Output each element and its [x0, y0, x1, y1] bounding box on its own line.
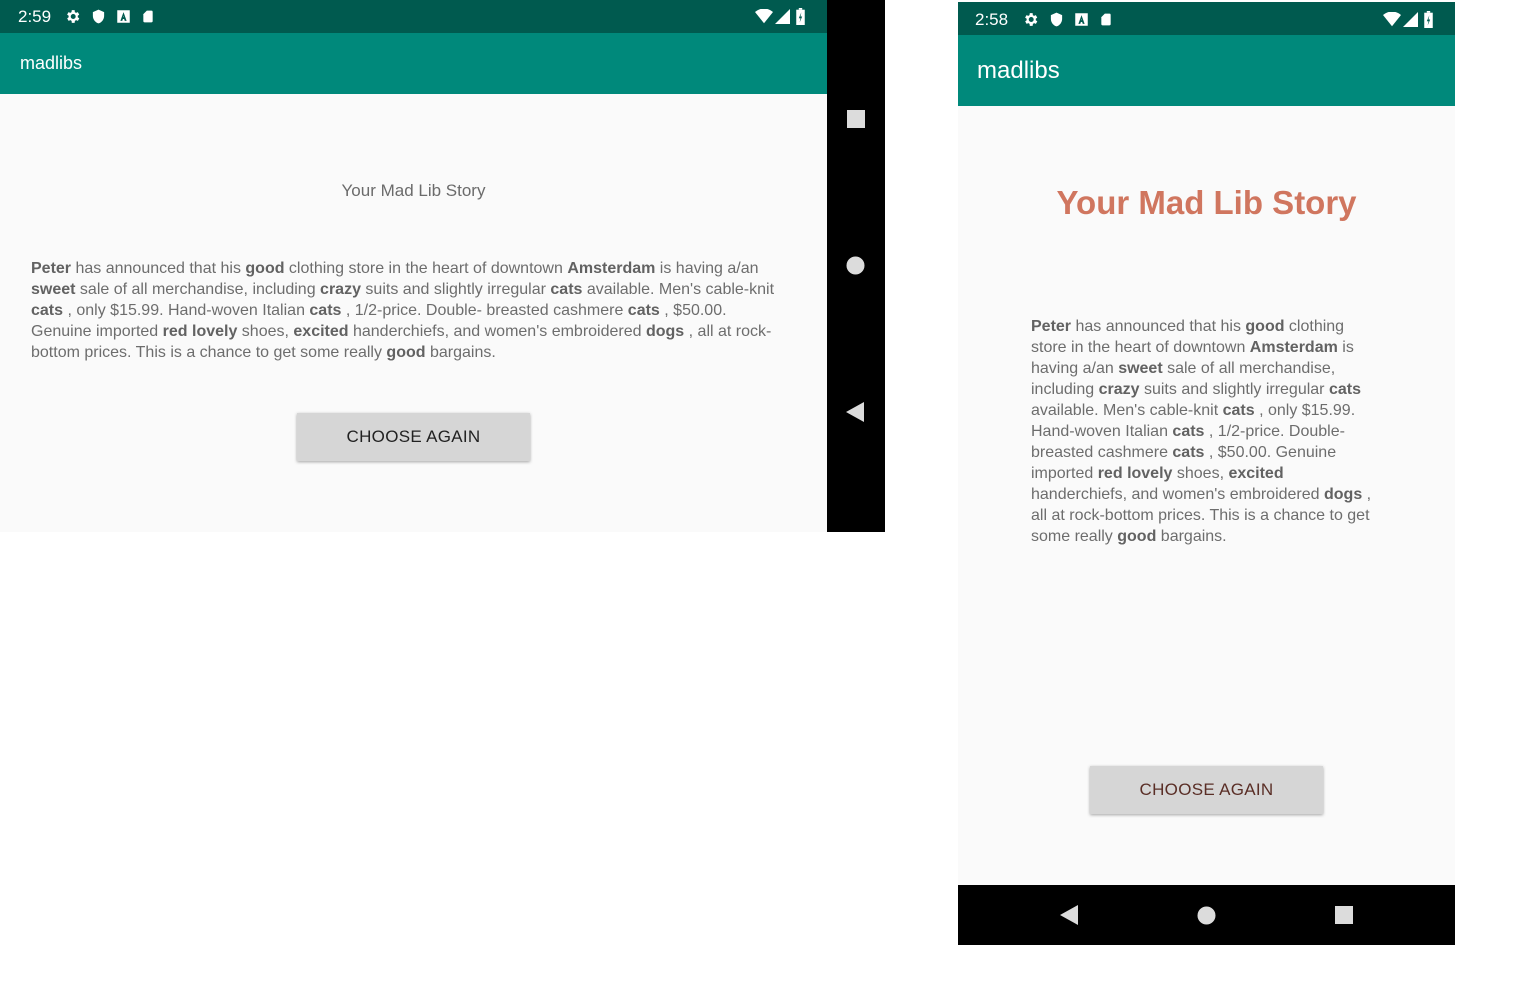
story-fragment: is having a/an: [655, 260, 759, 277]
word-adj: good: [1117, 528, 1157, 545]
portrait-device: 2:58 madlibs Your Mad Lib Story Peter ha…: [958, 2, 1455, 945]
word-adj: sweet: [1118, 360, 1163, 377]
word-noun: cats: [1328, 381, 1361, 398]
sd-card-icon: [141, 8, 155, 25]
word-adj: excited: [1228, 465, 1284, 482]
landscape-device: 2:59 madlibs Your Mad Lib Story Peter ha…: [0, 0, 885, 532]
status-icons-left: [1022, 11, 1123, 28]
story-fragment: has announced that his: [71, 260, 246, 277]
settings-icon: [1022, 11, 1039, 28]
choose-again-button[interactable]: CHOOSE AGAIN: [297, 413, 530, 461]
word-noun: cats: [550, 281, 583, 298]
word-noun: cats: [309, 302, 342, 319]
app-title: madlibs: [20, 53, 83, 73]
settings-icon: [64, 8, 81, 25]
story-title: Your Mad Lib Story: [341, 181, 486, 200]
font-a-icon: [1074, 12, 1089, 27]
choose-again-button[interactable]: CHOOSE AGAIN: [1090, 766, 1323, 814]
status-icons-left: [64, 8, 165, 25]
recents-icon[interactable]: [847, 110, 865, 133]
word-adj: sweet: [31, 281, 76, 298]
shield-icon: [1049, 11, 1064, 28]
status-icons-right: [1383, 11, 1443, 28]
word-noun: cats: [1222, 402, 1255, 419]
recents-icon[interactable]: [1335, 906, 1353, 929]
story-fragment: , 1/2-price. Double- breasted cashmere: [341, 302, 628, 319]
story-text: Peter has announced that his good clothi…: [1031, 316, 1376, 547]
word-color: red: [162, 323, 188, 340]
battery-icon: [1424, 11, 1433, 28]
back-icon[interactable]: [846, 402, 864, 427]
story-fragment: clothing store in the heart of downtown: [284, 260, 568, 277]
sd-card-icon: [1099, 11, 1113, 28]
word-noun: cats: [1172, 444, 1205, 461]
status-bar: 2:59: [0, 0, 827, 33]
word-noun: cats: [627, 302, 660, 319]
story-fragment: , only $15.99. Hand-woven Italian: [63, 302, 310, 319]
story-fragment: available. Men's cable-knit: [1031, 402, 1223, 419]
word-noun: cats: [31, 302, 64, 319]
home-icon[interactable]: [846, 256, 865, 280]
word-noun: dogs: [1324, 486, 1363, 503]
story-fragment: handerchiefs, and women's embroidered: [348, 323, 646, 340]
signal-icon: [1403, 12, 1418, 27]
story-text: Peter has announced that his good clothi…: [31, 258, 791, 363]
story-fragment: sale of all merchandise, including: [75, 281, 321, 298]
font-a-icon: [116, 9, 131, 24]
status-icons-right: [755, 8, 815, 25]
story-fragment: has announced that his: [1071, 318, 1246, 335]
word-name: Peter: [31, 260, 72, 277]
battery-icon: [796, 8, 805, 25]
shield-icon: [91, 8, 106, 25]
word-adj: crazy: [320, 281, 361, 298]
app-bar: madlibs: [958, 35, 1455, 106]
story-fragment: shoes,: [1172, 465, 1229, 482]
story-fragment: bargains.: [425, 344, 496, 361]
status-time: 2:58: [975, 10, 1009, 29]
wifi-icon: [755, 8, 773, 24]
signal-icon: [775, 9, 790, 24]
word-noun: dogs: [645, 323, 685, 340]
story-fragment: suits and slightly irregular: [360, 281, 551, 298]
word-adj: good: [386, 344, 426, 361]
word-color: red: [1097, 465, 1123, 482]
word-name: Peter: [1031, 318, 1072, 335]
story-fragment: shoes,: [237, 323, 294, 340]
word-adj: lovely: [192, 323, 238, 340]
app-bar: madlibs: [0, 33, 827, 94]
word-city: Amsterdam: [567, 260, 656, 277]
story-fragment: available. Men's cable-knit: [582, 281, 775, 298]
story-fragment: bargains.: [1156, 528, 1227, 545]
story-title: Your Mad Lib Story: [1056, 184, 1357, 221]
word-city: Amsterdam: [1249, 339, 1338, 356]
word-adj: lovely: [1127, 465, 1173, 482]
word-noun: cats: [1172, 423, 1205, 440]
word-adj: good: [245, 260, 285, 277]
wifi-icon: [1383, 11, 1401, 27]
status-time: 2:59: [18, 7, 52, 26]
story-screen: Your Mad Lib Story Peter has announced t…: [958, 106, 1455, 885]
status-bar: 2:58: [958, 2, 1455, 35]
navigation-bar: [958, 885, 1455, 945]
story-fragment: handerchiefs, and women's embroidered: [1031, 486, 1324, 503]
story-screen: Your Mad Lib Story Peter has announced t…: [0, 94, 827, 532]
word-adj: crazy: [1098, 381, 1140, 398]
back-icon[interactable]: [1060, 905, 1078, 930]
navigation-bar: [827, 0, 885, 532]
word-adj: good: [1245, 318, 1285, 335]
home-icon[interactable]: [1197, 906, 1216, 930]
story-fragment: suits and slightly irregular: [1139, 381, 1329, 398]
app-title: madlibs: [977, 57, 1060, 84]
word-adj: excited: [293, 323, 349, 340]
